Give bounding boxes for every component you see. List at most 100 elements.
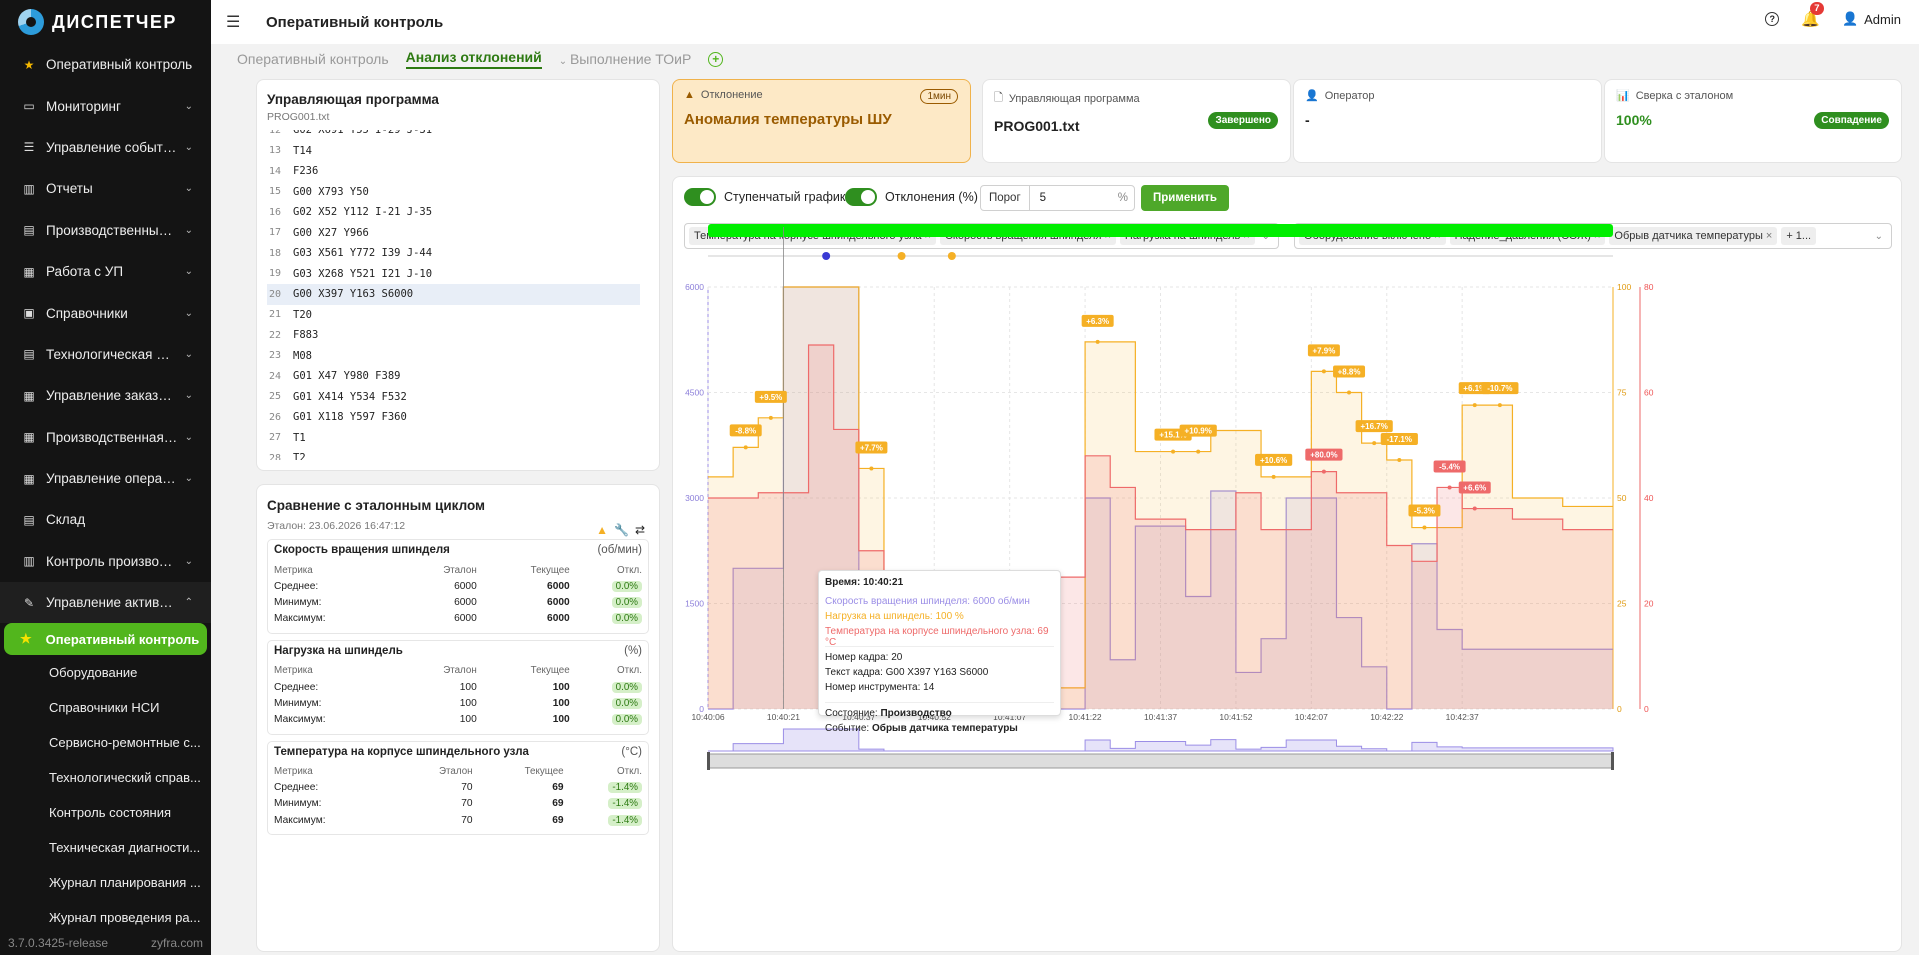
sidebar-subitem-5[interactable]: Контроль состояния (0, 795, 211, 830)
event-marker[interactable] (822, 252, 831, 260)
sidebar-item-label: Оперативный контроль (46, 57, 193, 73)
code-line[interactable]: 23 M08 (267, 346, 640, 367)
line-number: 20 (269, 288, 282, 300)
code-line[interactable]: 13 T14 (267, 141, 640, 162)
deviation-label: +6.3% (1086, 317, 1109, 326)
code-view[interactable]: 12 G02 X691 Y55 I-29 J-31 13 T14 14 F236 15 G00… (267, 130, 640, 460)
sidebar-item-7[interactable]: ▤ Технологическая НСИ ⌄ (0, 334, 211, 375)
deviation-card[interactable]: ▲ Отклонение Аномалия температуры ШУ 1мин (672, 79, 971, 163)
table-row: Максимум: 100 100 0.0% (274, 711, 642, 727)
sidebar-item-5[interactable]: ▦ Работа с УП ⌄ (0, 251, 211, 292)
swap-icon[interactable]: ⇄ (635, 523, 645, 537)
menu-toggle-icon[interactable]: ☰ (226, 12, 246, 32)
event-marker[interactable] (947, 252, 956, 260)
sidebar-item-4[interactable]: ▤ Производственные жу... ⌄ (0, 210, 211, 251)
code-line[interactable]: 22 F883 (267, 325, 640, 346)
deviation-point (1472, 506, 1477, 511)
sidebar-subitem-0[interactable]: ★ Оперативный контроль (4, 623, 207, 656)
tab-maintenance[interactable]: ⌄ Выполнение ТОиР (559, 51, 692, 67)
tooltip-speed: Скорость вращения шпинделя: 6000 об/мин (825, 596, 1030, 607)
sidebar-item-12[interactable]: ▥ Контроль производства ⌄ (0, 541, 211, 582)
sidebar-item-13[interactable]: ✎ Управление активами ⌃ (0, 582, 211, 624)
line-text: G00 X397 Y163 S6000 (293, 288, 414, 301)
column-header: Метрика (274, 564, 313, 576)
code-line[interactable]: 28 T2 (267, 448, 640, 460)
tab-deviation-analysis[interactable]: Анализ отклонений (405, 49, 542, 69)
sidebar-item-1[interactable]: ▭ Мониторинг ⌄ (0, 85, 211, 126)
sidebar-subitem-7[interactable]: Журнал планирования ... (0, 865, 211, 900)
code-line[interactable]: 16 G02 X52 Y112 I-21 J-35 (267, 202, 640, 223)
range-handle-right[interactable] (1611, 752, 1614, 770)
chart-svg[interactable]: 0 0 01500 25 203000 50 404500 75 606000 100 8010:4… (673, 177, 1903, 953)
sidebar-subitem-6[interactable]: Техническая диагности... (0, 830, 211, 865)
sidebar-item-2[interactable]: ☰ Управление событиями ⌄ (0, 127, 211, 168)
sidebar-subitem-3[interactable]: Сервисно-ремонтные с... (0, 725, 211, 760)
sidebar-item-6[interactable]: ▣ Справочники ⌄ (0, 292, 211, 333)
code-line[interactable]: 12 G02 X691 Y55 I-29 J-31 (267, 130, 640, 141)
state-bar[interactable] (708, 224, 1613, 237)
help-icon[interactable]: ? (1765, 12, 1780, 26)
table-cell: Максимум: (274, 814, 326, 826)
code-line[interactable]: 26 G01 X118 Y597 F360 (267, 407, 640, 428)
program-card[interactable]: 🗋 Управляющая программа PROG001.txt Завер… (982, 79, 1291, 163)
user-icon: 👤 (1841, 11, 1859, 26)
deviation-time-badge: 1мин (920, 89, 958, 104)
deviation-label: +10.6% (1260, 456, 1287, 465)
table-cell: 0.0% (570, 679, 642, 695)
table-cell: 0.0% (570, 711, 642, 727)
code-line[interactable]: 20 G00 X397 Y163 S6000 (267, 284, 640, 305)
deviation-label: -10.7% (1487, 384, 1512, 393)
sidebar-subitem-label: Контроль состояния (49, 805, 172, 821)
sidebar-subitem-4[interactable]: Технологический справ... (0, 760, 211, 795)
chart-panel: Ступенчатый график Отклонения (%) Порог 5… (672, 176, 1902, 952)
sidebar-item-label: Управление событиями (46, 139, 179, 155)
code-line[interactable]: 17 G00 X27 Y966 (267, 223, 640, 244)
deviation-point (1271, 474, 1276, 479)
deviation-point (1321, 469, 1326, 474)
sidebar-item-label: Технологическая НСИ (46, 346, 179, 362)
sidebar-subitem-2[interactable]: Справочники НСИ (0, 690, 211, 725)
sidebar-item-0[interactable]: ★ Оперативный контроль (0, 44, 211, 85)
tooltip-event-label: Событие: (825, 723, 872, 734)
sidebar-item-3[interactable]: ▥ Отчеты ⌄ (0, 168, 211, 209)
code-line[interactable]: 24 G01 X47 Y980 F389 (267, 366, 640, 387)
sidebar-item-label: Склад (46, 512, 86, 528)
tab-operative[interactable]: Оперативный контроль (237, 51, 389, 67)
metric-unit: (%) (624, 644, 642, 657)
code-line[interactable]: 19 G03 X268 Y521 I21 J-10 (267, 264, 640, 285)
event-marker[interactable] (897, 252, 906, 260)
logo[interactable]: ДИСПЕТЧЕР (0, 0, 211, 44)
topbar: ☰ Оперативный контроль ? 🔔 7 👤 Admin (211, 0, 1919, 44)
reference-check-card[interactable]: 📊 Сверка с эталоном 100% Совпадение (1604, 79, 1902, 163)
x-tick: 10:40:21 (767, 712, 800, 722)
warning-icon[interactable]: ▲ (596, 523, 608, 537)
sidebar-item-11[interactable]: ▤ Склад (0, 499, 211, 540)
user-menu[interactable]: 👤 Admin (1842, 11, 1901, 27)
code-line[interactable]: 21 T20 (267, 305, 640, 326)
range-handle-left[interactable] (707, 752, 710, 770)
code-line[interactable]: 15 G00 X793 Y50 (267, 182, 640, 203)
sidebar-item-10[interactable]: ▦ Управление операция... ⌄ (0, 458, 211, 499)
code-line[interactable]: 25 G01 X414 Y534 F532 (267, 387, 640, 408)
column-header: Откл. (617, 766, 642, 778)
notifications-button[interactable]: 🔔 7 (1801, 2, 1824, 28)
sidebar-item-9[interactable]: ▦ Производственная ло... ⌄ (0, 417, 211, 458)
code-line[interactable]: 18 G03 X561 Y772 I39 J-44 (267, 243, 640, 264)
code-line[interactable]: 14 F236 (267, 161, 640, 182)
sidebar-item-8[interactable]: ▦ Управление заказами ⌄ (0, 375, 211, 416)
chevron-down-icon: ⌄ (184, 183, 193, 195)
sidebar-item-label: Работа с УП (46, 264, 124, 280)
table-cell: 6000 (547, 596, 570, 608)
sidebar-item-label: Справочники (46, 305, 128, 321)
code-line[interactable]: 27 T1 (267, 428, 640, 449)
line-number: 26 (269, 411, 282, 423)
table-cell: 6000 (454, 613, 477, 625)
wrench-icon[interactable]: 🔧 (614, 523, 629, 537)
range-slider[interactable] (707, 753, 1614, 769)
sidebar-subitem-1[interactable]: Оборудование (0, 655, 211, 690)
table-cell: Максимум: (274, 613, 326, 625)
chevron-down-icon: ⌄ (558, 56, 570, 67)
tooltip-state: Состояние: Производство (825, 708, 1054, 723)
operator-card[interactable]: 👤 Оператор - (1293, 79, 1602, 163)
add-tab-button[interactable]: + (708, 51, 724, 67)
